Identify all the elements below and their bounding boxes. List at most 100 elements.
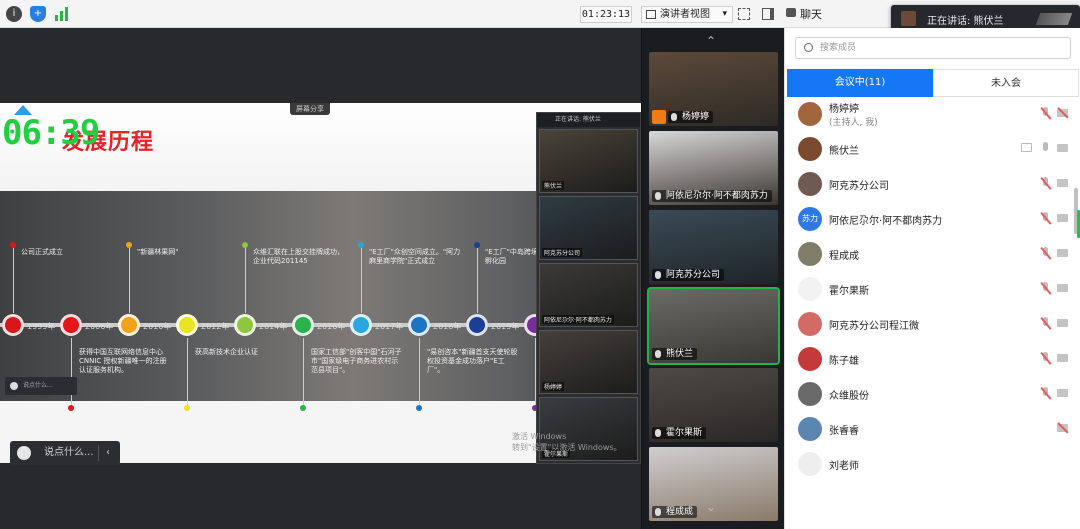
member-row[interactable]: 陈子雄 (785, 342, 1080, 376)
chevron-up-icon[interactable]: ⌃ (706, 34, 716, 48)
chevron-left-icon[interactable]: ‹ (106, 441, 110, 465)
mic-muted-icon[interactable] (1040, 247, 1052, 260)
reaction-bar[interactable]: 说点什么... ‹ (10, 441, 120, 465)
member-row[interactable]: 众维股份 (785, 377, 1080, 411)
mic-muted-icon[interactable] (1040, 107, 1052, 120)
member-row[interactable]: 张睿睿 (785, 412, 1080, 446)
nested-video-tile: 杨婷婷 (539, 330, 638, 394)
timeline-node (118, 314, 140, 336)
timeline-dot (300, 405, 306, 411)
member-row[interactable]: 阿克苏分公司 (785, 167, 1080, 201)
tab-in-meeting[interactable]: 会议中(11) (787, 69, 933, 97)
timeline-stem (129, 245, 130, 313)
timeline-node (292, 314, 314, 336)
member-name: 霍尔果斯 (829, 286, 869, 297)
timeline-year: 2010年 (143, 322, 172, 331)
timeline-year: 2018年 (433, 322, 462, 331)
video-tile-label: 阿克苏分公司 (666, 270, 721, 280)
member-row[interactable]: 刘老师 (785, 447, 1080, 481)
timeline-event: "易创咨本"新疆首支天使轮股权投资基金成功落户"E工厂"。 (427, 348, 518, 374)
avatar (798, 312, 822, 336)
video-tile[interactable]: 阿克苏分公司 (649, 210, 778, 284)
timeline-dot (184, 405, 190, 411)
camera-icon[interactable] (1057, 354, 1068, 362)
camera-icon[interactable] (1057, 249, 1068, 257)
view-mode-button[interactable]: 演讲者视图 ▾ (641, 6, 733, 23)
timeline-event: 众维汇联在上股交挂牌成功，企业代码201145 (253, 248, 344, 265)
tab-not-joined[interactable]: 未入会 (933, 69, 1079, 97)
camera-icon[interactable] (1057, 319, 1068, 327)
timeline-event: 公司正式成立 (21, 248, 63, 256)
microphone-icon (671, 113, 677, 121)
timeline-stem (419, 338, 420, 408)
nested-speaker-bar: 正在讲话: 熊伏兰 (537, 113, 640, 127)
audio-wave-icon (1035, 13, 1073, 25)
timeline-stem (13, 245, 14, 313)
video-tile-name: 杨婷婷 (668, 111, 714, 123)
camera-icon[interactable] (1057, 284, 1068, 292)
avatar (798, 452, 822, 476)
reaction-placeholder: 说点什么... (23, 382, 53, 389)
video-tile[interactable]: 杨婷婷 (649, 52, 778, 126)
nested-tile-name: 阿依尼尕尔·阿不都肉苏力 (542, 315, 614, 324)
timeline-dot (126, 242, 132, 248)
camera-off-icon[interactable] (1057, 107, 1069, 119)
mic-muted-icon[interactable] (1040, 177, 1052, 190)
video-tile-label: 杨婷婷 (682, 112, 710, 122)
avatar (798, 417, 822, 441)
mic-muted-icon[interactable] (1040, 387, 1052, 400)
video-tile-label: 霍尔果斯 (666, 428, 703, 438)
member-row[interactable]: 程成成 (785, 237, 1080, 271)
reaction-bar-mini[interactable]: 说点什么... (5, 377, 77, 395)
member-name: 阿克苏分公司程江微 (829, 321, 919, 332)
video-tile-name: 阿依尼尕尔·阿不都肉苏力 (652, 190, 772, 202)
camera-icon[interactable] (1057, 144, 1068, 152)
timeline-year: 2017年 (375, 322, 404, 331)
camera-icon[interactable] (1057, 179, 1068, 187)
video-tile-label: 阿依尼尕尔·阿不都肉苏力 (666, 191, 768, 201)
timeline-node (466, 314, 488, 336)
mic-muted-icon[interactable] (1040, 282, 1052, 295)
shield-icon[interactable]: + (30, 6, 46, 22)
signal-icon[interactable] (54, 6, 70, 22)
camera-icon[interactable] (1057, 389, 1068, 397)
chat-button[interactable]: 聊天 (786, 6, 822, 22)
video-tile-label: 程成成 (666, 507, 694, 517)
timeline-event: 国家工信部"创客中国"石河子市"国家级电子商务进农村示范县项目"。 (311, 348, 402, 374)
member-row[interactable]: 苏力 阿依尼尕尔·阿不都肉苏力 (785, 202, 1080, 236)
reaction-input[interactable]: 说点什么... (44, 447, 94, 458)
mic-muted-icon[interactable] (1040, 212, 1052, 225)
member-name: 熊伏兰 (829, 146, 859, 157)
chat-icon (786, 8, 796, 17)
member-search-input[interactable]: 搜索成员 (795, 37, 1071, 59)
member-row[interactable]: 杨婷婷 (主持人, 我) (785, 97, 1080, 131)
avatar: 苏力 (798, 207, 822, 231)
video-tile-label: 熊伏兰 (666, 349, 694, 359)
watermark-line-2: 转到"设置"以激活 Windows。 (512, 443, 622, 452)
member-row[interactable]: 霍尔果斯 (785, 272, 1080, 306)
camera-off-icon[interactable] (1057, 422, 1069, 434)
avatar (798, 382, 822, 406)
timeline-dot (358, 242, 364, 248)
member-row[interactable]: 阿克苏分公司程江微 (785, 307, 1080, 341)
sidebar-icon[interactable] (762, 8, 774, 20)
video-tile[interactable]: 熊伏兰 (647, 287, 780, 365)
timeline-stem (361, 245, 362, 313)
member-tabs: 会议中(11) 未入会 (785, 69, 1080, 97)
member-name: 刘老师 (829, 461, 859, 472)
emoji-icon[interactable] (17, 446, 31, 460)
chevron-down-icon[interactable]: ⌄ (706, 500, 716, 514)
avatar (798, 347, 822, 371)
camera-icon[interactable] (1057, 214, 1068, 222)
member-row[interactable]: 熊伏兰 (785, 132, 1080, 166)
avatar (798, 137, 822, 161)
mic-muted-icon[interactable] (1040, 317, 1052, 330)
microphone-icon[interactable] (1041, 142, 1050, 155)
info-icon[interactable]: i (6, 6, 22, 22)
mic-muted-icon[interactable] (1040, 352, 1052, 365)
member-name: 阿克苏分公司 (829, 181, 889, 192)
fullscreen-icon[interactable] (738, 8, 750, 20)
video-gallery: ⌃ 杨婷婷阿依尼尕尔·阿不都肉苏力 阿克苏分公司 熊伏兰霍尔果斯程成成 ⌄ (641, 28, 784, 529)
video-tile[interactable]: 阿依尼尕尔·阿不都肉苏力 (649, 131, 778, 205)
video-tile[interactable]: 霍尔果斯 (649, 368, 778, 442)
